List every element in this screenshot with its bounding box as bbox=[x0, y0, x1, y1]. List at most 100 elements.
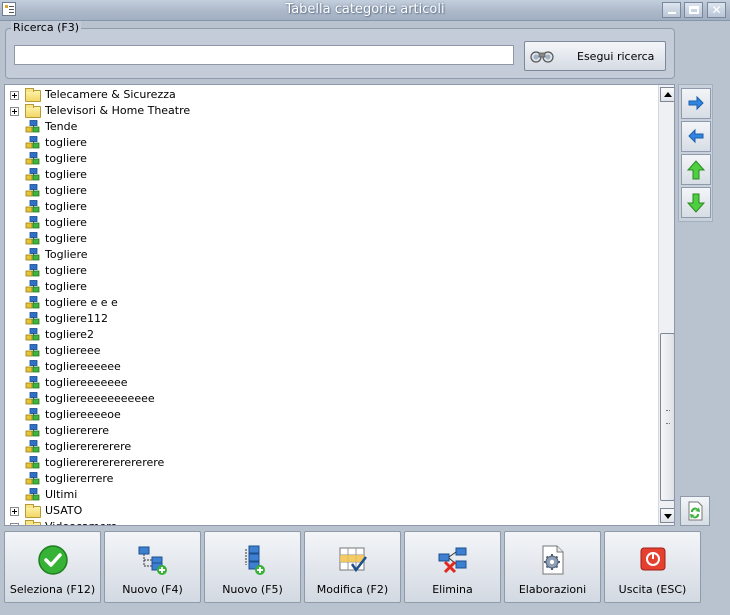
tree-item[interactable]: togliererrere bbox=[5, 471, 655, 487]
category-node-icon bbox=[25, 216, 40, 229]
scroll-thumb[interactable] bbox=[660, 333, 674, 501]
category-node-icon bbox=[25, 344, 40, 357]
uscita-label: Uscita (ESC) bbox=[618, 583, 687, 596]
move-down-button[interactable] bbox=[681, 187, 711, 218]
tree-item[interactable]: Togliere bbox=[5, 247, 655, 263]
check-icon bbox=[38, 545, 68, 575]
category-node-icon bbox=[25, 120, 40, 133]
tree-item[interactable]: togliererere bbox=[5, 423, 655, 439]
category-node-icon bbox=[25, 488, 40, 501]
category-node-icon bbox=[25, 472, 40, 485]
tree-item[interactable]: togliereee bbox=[5, 343, 655, 359]
category-node-icon bbox=[25, 360, 40, 373]
category-node-icon bbox=[25, 184, 40, 197]
arrow-left-icon bbox=[688, 128, 704, 144]
tree-item-label: togliere bbox=[45, 232, 87, 245]
tree-item[interactable]: togliere2 bbox=[5, 327, 655, 343]
tree-item-label: Ultimi bbox=[45, 488, 78, 501]
category-node-icon bbox=[25, 280, 40, 293]
tree-item[interactable]: togliere bbox=[5, 183, 655, 199]
expand-icon[interactable] bbox=[10, 507, 19, 516]
tree-item[interactable]: togliere e e e bbox=[5, 295, 655, 311]
tree-item-label: togliereeeeoe bbox=[45, 408, 121, 421]
category-node-icon bbox=[25, 424, 40, 437]
category-node-icon bbox=[25, 152, 40, 165]
category-node-icon bbox=[25, 456, 40, 469]
tree-item[interactable]: togliere112 bbox=[5, 311, 655, 327]
tree-item[interactable]: Tende bbox=[5, 119, 655, 135]
category-tree[interactable]: Telecamere & Sicurezza Televisori & Home … bbox=[4, 84, 675, 526]
tree-item[interactable]: USATO bbox=[5, 503, 655, 519]
tree-item[interactable]: Telecamere & Sicurezza bbox=[5, 87, 655, 103]
minimize-button[interactable] bbox=[662, 2, 681, 18]
seleziona-button[interactable]: Seleziona (F12) bbox=[4, 531, 101, 603]
nuovo-f4-label: Nuovo (F4) bbox=[122, 583, 183, 596]
expand-icon[interactable] bbox=[10, 523, 19, 525]
tree-item-label: Videocamere bbox=[45, 520, 117, 525]
tree-item[interactable]: Videocamere bbox=[5, 519, 655, 525]
tree-item-label: togliere e e e bbox=[45, 296, 118, 309]
tree-item[interactable]: togliere bbox=[5, 199, 655, 215]
search-group: Ricerca (F3) Esegui ricerca bbox=[5, 21, 675, 79]
elaborazioni-label: Elaborazioni bbox=[518, 583, 587, 596]
tree-item-label: togliere bbox=[45, 152, 87, 165]
seleziona-label: Seleziona (F12) bbox=[9, 583, 96, 596]
move-left-button[interactable] bbox=[681, 121, 711, 152]
tree-item[interactable]: togliere bbox=[5, 151, 655, 167]
category-node-icon bbox=[25, 200, 40, 213]
tree-item[interactable]: togliere bbox=[5, 167, 655, 183]
tree-item-label: Togliere bbox=[45, 248, 88, 261]
tree-move-panel bbox=[678, 84, 713, 222]
search-button[interactable]: Esegui ricerca bbox=[524, 41, 666, 71]
tree-item[interactable]: togliereeeeee bbox=[5, 359, 655, 375]
new-child-node-icon bbox=[138, 546, 167, 575]
maximize-button[interactable] bbox=[684, 2, 703, 18]
tree-item[interactable]: togliereeeeeeeeeee bbox=[5, 391, 655, 407]
title-bar: Tabella categorie articoli ✕ bbox=[0, 0, 730, 21]
search-input[interactable] bbox=[14, 45, 514, 65]
tree-item-label: togliere112 bbox=[45, 312, 108, 325]
category-node-icon bbox=[25, 264, 40, 277]
uscita-button[interactable]: Uscita (ESC) bbox=[604, 531, 701, 603]
tree-item[interactable]: togliere bbox=[5, 135, 655, 151]
tree-item[interactable]: togliere bbox=[5, 215, 655, 231]
scroll-down-button[interactable] bbox=[660, 508, 674, 523]
tree-item[interactable]: togliereeeeeee bbox=[5, 375, 655, 391]
close-button[interactable]: ✕ bbox=[707, 2, 726, 18]
nuovo-f4-button[interactable]: Nuovo (F4) bbox=[104, 531, 201, 603]
tree-item[interactable]: Ultimi bbox=[5, 487, 655, 503]
tree-item[interactable]: togliererererere bbox=[5, 439, 655, 455]
tree-item[interactable]: toglierererererererere bbox=[5, 455, 655, 471]
tree-item[interactable]: Televisori & Home Theatre bbox=[5, 103, 655, 119]
move-up-button[interactable] bbox=[681, 154, 711, 185]
category-node-icon bbox=[25, 136, 40, 149]
folder-icon bbox=[25, 104, 41, 118]
tree-item-label: togliere bbox=[45, 216, 87, 229]
process-document-icon bbox=[542, 545, 564, 575]
elaborazioni-button[interactable]: Elaborazioni bbox=[504, 531, 601, 603]
nuovo-f5-button[interactable]: Nuovo (F5) bbox=[204, 531, 301, 603]
expand-icon[interactable] bbox=[10, 107, 19, 116]
tree-item[interactable]: togliere bbox=[5, 263, 655, 279]
modifica-button[interactable]: Modifica (F2) bbox=[304, 531, 401, 603]
category-node-icon bbox=[25, 312, 40, 325]
tree-item-label: togliereee bbox=[45, 344, 101, 357]
tree-item-label: togliererrere bbox=[45, 472, 114, 485]
nuovo-f5-label: Nuovo (F5) bbox=[222, 583, 283, 596]
arrow-up-icon bbox=[686, 160, 706, 180]
delete-node-icon bbox=[438, 547, 467, 574]
window-title: Tabella categorie articoli bbox=[285, 2, 445, 17]
elimina-button[interactable]: Elimina bbox=[404, 531, 501, 603]
expand-icon[interactable] bbox=[10, 91, 19, 100]
tree-scrollbar[interactable] bbox=[658, 85, 674, 525]
tree-item-label: togliere2 bbox=[45, 328, 94, 341]
refresh-button[interactable] bbox=[680, 496, 710, 526]
refresh-document-icon bbox=[688, 501, 703, 521]
binoculars-icon bbox=[530, 51, 554, 63]
move-right-button[interactable] bbox=[681, 88, 711, 119]
scroll-up-button[interactable] bbox=[660, 87, 674, 102]
tree-item[interactable]: togliere bbox=[5, 231, 655, 247]
tree-item[interactable]: togliereeeeoe bbox=[5, 407, 655, 423]
tree-item[interactable]: togliere bbox=[5, 279, 655, 295]
category-node-icon bbox=[25, 232, 40, 245]
